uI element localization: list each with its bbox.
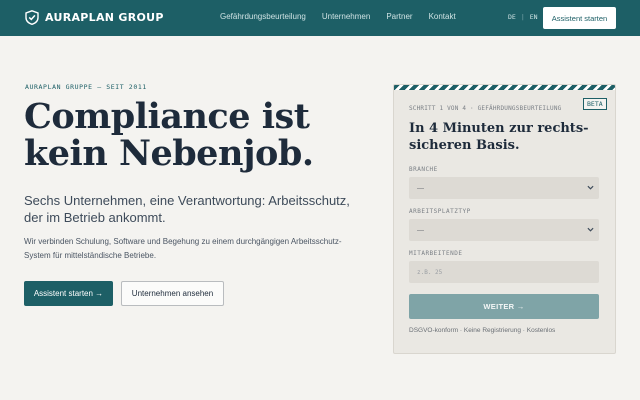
hero-eyebrow: AURAPLAN GRUPPE — SEIT 2011 [25, 83, 147, 91]
branche-select[interactable]: — [409, 177, 599, 199]
header-start-assistant-button[interactable]: Assistent starten [543, 7, 616, 29]
hero-headline: Compliance ist kein Nebenjob. [24, 98, 314, 172]
nav-item-partner[interactable]: Partner [386, 12, 412, 21]
brand-name: AURAPLAN GROUP [45, 11, 164, 24]
lang-separator: | [520, 13, 525, 21]
hero-description: Wir verbinden Schulung, Software und Beg… [24, 237, 342, 260]
wizard-card: SCHRITT 1 VON 4 · GEFÄHRDUNGSBEURTEILUNG… [393, 84, 616, 354]
language-switcher: DE | EN [508, 13, 538, 21]
mitarbeitende-input[interactable]: z.B. 25 [409, 261, 599, 283]
arbeitsplatztyp-select-value: — [417, 226, 424, 234]
mitarbeitende-label: MITARBEITENDE [409, 250, 463, 257]
nav-item-unternehmen[interactable]: Unternehmen [322, 12, 370, 21]
hero-subheadline: Sechs Unternehmen, eine Verantwortung: A… [24, 193, 350, 225]
lang-en[interactable]: EN [530, 13, 538, 21]
arbeitsplatztyp-label: ARBEITSPLATZTYP [409, 208, 471, 215]
wizard-title: In 4 Minuten zur rechts-sicheren Basis. [409, 121, 589, 153]
chevron-down-icon [587, 227, 594, 232]
nav-item-gefaehrdungsbeurteilung[interactable]: Gefährdungsbeurteilung [220, 12, 306, 21]
brand-logo[interactable]: AURAPLAN GROUP [25, 10, 164, 25]
shield-check-icon [25, 10, 39, 25]
wizard-next-button[interactable]: WEITER → [409, 294, 599, 319]
chevron-down-icon [587, 185, 594, 190]
beta-badge: BETA [583, 98, 607, 110]
hero-headline-line-2: kein Nebenjob. [24, 133, 314, 174]
branche-label: BRANCHE [409, 166, 438, 173]
view-companies-button[interactable]: Unternehmen ansehen [121, 281, 224, 306]
branche-select-value: — [417, 184, 424, 192]
lang-de[interactable]: DE [508, 13, 516, 21]
top-navigation-bar: AURAPLAN GROUP Gefährdungsbeurteilung Un… [0, 0, 640, 36]
main-nav: Gefährdungsbeurteilung Unternehmen Partn… [220, 12, 456, 21]
hero-headline-line-1: Compliance ist [24, 96, 310, 137]
card-stripe-decoration [394, 85, 615, 90]
nav-item-kontakt[interactable]: Kontakt [429, 12, 456, 21]
wizard-footnote: DSGVO-konform · Keine Registrierung · Ko… [409, 327, 556, 334]
start-assistant-button[interactable]: Assistent starten → [24, 281, 113, 306]
wizard-step-indicator: SCHRITT 1 VON 4 · GEFÄHRDUNGSBEURTEILUNG [409, 105, 562, 112]
arbeitsplatztyp-select[interactable]: — [409, 219, 599, 241]
